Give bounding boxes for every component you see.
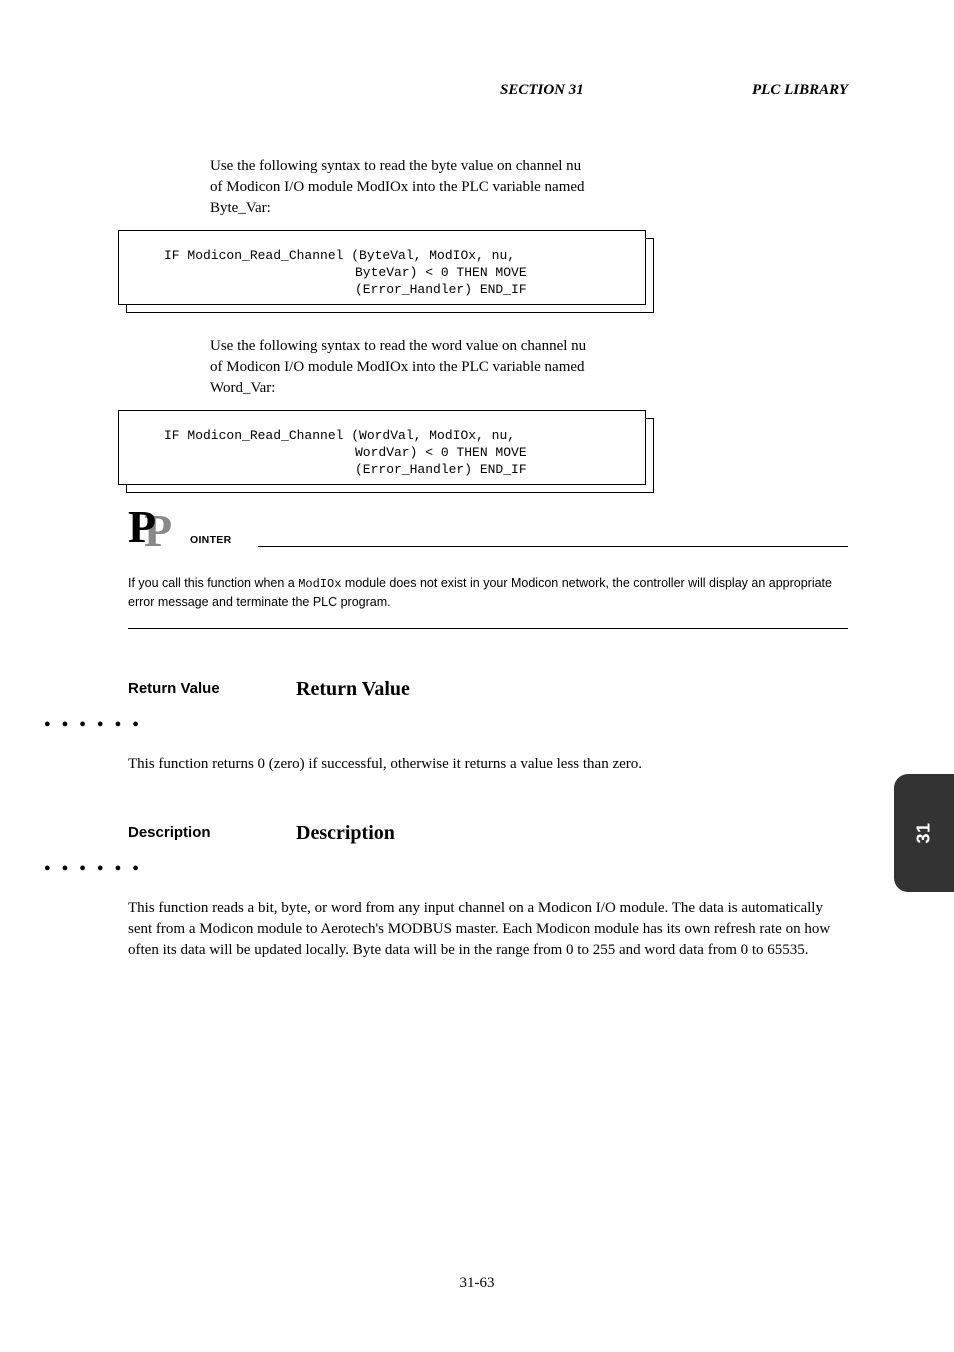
description-heading: Description	[296, 822, 395, 845]
pointer-hr-top	[258, 546, 848, 547]
description-body: This function reads a bit, byte, or word…	[128, 898, 848, 961]
codebox2-line2: WordVar) < 0 THEN MOVE	[355, 445, 527, 460]
pointer-body-prefix: If you call this function when a	[128, 576, 298, 590]
side-tab-label: 31	[914, 822, 935, 843]
pointer-hr-bottom	[128, 628, 848, 629]
return-body: This function returns 0 (zero) if succes…	[128, 754, 848, 775]
side-tab: 31	[894, 774, 954, 892]
pointer-body: If you call this function when a ModIOx …	[128, 574, 848, 611]
codebox1-line2: ByteVar) < 0 THEN MOVE	[355, 265, 527, 280]
page-number: 31-63	[0, 1275, 954, 1292]
top-line-2: of Modicon I/O module ModIOx into the PL…	[210, 179, 585, 196]
codebox2-line1: IF Modicon_Read_Channel (WordVal, ModIOx…	[164, 428, 515, 443]
mid-line-2: of Modicon I/O module ModIOx into the PL…	[210, 359, 585, 376]
page: SECTION 31 PLC LIBRARY Use the following…	[0, 0, 954, 1352]
codebox1-line3: (Error_Handler) END_IF	[355, 282, 527, 297]
pointer-p-icon: P	[128, 500, 156, 553]
codebox2-line3: (Error_Handler) END_IF	[355, 462, 527, 477]
codebox1-line1: IF Modicon_Read_Channel (ByteVal, ModIOx…	[164, 248, 515, 263]
return-dots-icon: ●●●●●●	[44, 718, 150, 730]
top-line-3: Byte_Var:	[210, 200, 271, 217]
return-heading: Return Value	[296, 678, 410, 701]
mid-line-3: Word_Var:	[210, 380, 275, 397]
pointer-body-mono: ModIOx	[298, 577, 341, 591]
description-dots-icon: ●●●●●●	[44, 862, 150, 874]
description-label: Description	[128, 824, 211, 841]
top-line-1: Use the following syntax to read the byt…	[210, 158, 581, 175]
header-section: SECTION 31	[500, 82, 584, 99]
return-label: Return Value	[128, 680, 220, 697]
mid-line-1: Use the following syntax to read the wor…	[210, 338, 586, 355]
pointer-label: OINTER	[190, 534, 231, 546]
header-right: PLC LIBRARY	[752, 82, 848, 99]
